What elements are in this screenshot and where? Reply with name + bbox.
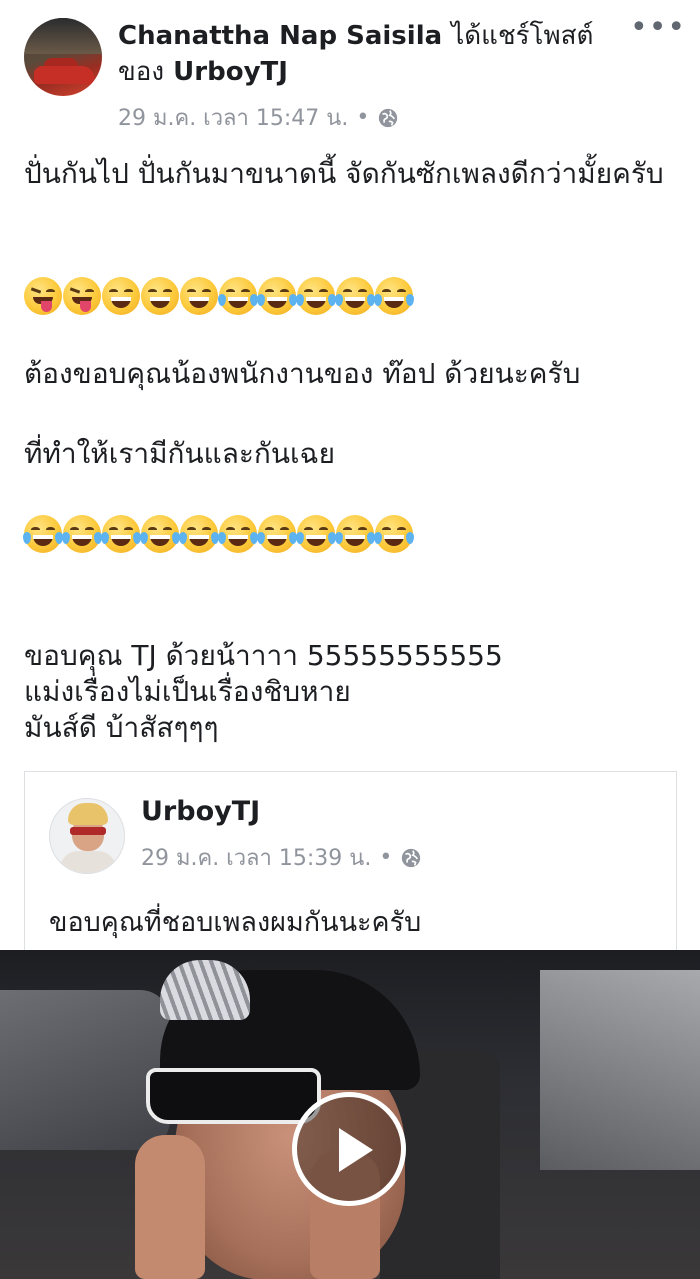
post-paragraph-3: ที่ทำให้เรามีกันและกันเฉย xyxy=(24,437,336,470)
joy-emoji-icon xyxy=(374,515,414,553)
joy-emoji-icon xyxy=(374,277,414,315)
author-avatar[interactable] xyxy=(24,18,102,96)
post-paragraph-4-line-2: แม่งเรื่องไม่เป็นเรื่องชิบหาย xyxy=(24,675,351,708)
post-author-line: Chanattha Nap Saisila ได้แชร์โพสต์ ของ U… xyxy=(118,18,628,90)
post-timestamp[interactable]: 29 ม.ค. เวลา 15:47 น. xyxy=(118,100,348,135)
globe-icon xyxy=(379,108,398,127)
emoji-row-2 xyxy=(23,515,414,553)
post-paragraph-2: ต้องขอบคุณน้องพนักงานของ ท๊อป ด้วยนะครับ xyxy=(24,357,581,390)
shared-meta-separator: • xyxy=(379,845,393,870)
joy-emoji-icon xyxy=(62,515,102,553)
stuck-out-tongue-winking-emoji-icon xyxy=(63,277,101,315)
shared-from-name[interactable]: UrboyTJ xyxy=(173,57,288,87)
stuck-out-tongue-winking-emoji-icon xyxy=(24,277,62,315)
joy-emoji-icon xyxy=(296,277,336,315)
joy-emoji-icon xyxy=(296,515,336,553)
joy-emoji-icon xyxy=(140,515,180,553)
video-player[interactable] xyxy=(0,950,700,1279)
of-word: ของ xyxy=(118,57,165,87)
joy-emoji-icon xyxy=(218,277,258,315)
shared-author-name[interactable]: UrboyTJ xyxy=(141,796,260,827)
shared-post-meta: 29 ม.ค. เวลา 15:39 น. • xyxy=(141,840,422,875)
post-paragraph-1: ปั่นกันไป ปั่นกันมาขนาดนี้ จัดกันซักเพลง… xyxy=(24,157,664,190)
grinning-emoji-icon xyxy=(180,277,218,315)
joy-emoji-icon xyxy=(179,515,219,553)
meta-separator: • xyxy=(356,105,370,130)
joy-emoji-icon xyxy=(23,515,63,553)
more-options-icon[interactable]: ••• xyxy=(630,13,685,46)
play-icon[interactable] xyxy=(292,1092,406,1206)
shared-post-card[interactable]: UrboyTJ 29 ม.ค. เวลา 15:39 น. • ขอบคุณที… xyxy=(24,771,677,961)
globe-icon xyxy=(402,848,421,867)
shared-verb: ได้แชร์โพสต์ xyxy=(451,21,594,51)
post-header: Chanattha Nap Saisila ได้แชร์โพสต์ ของ U… xyxy=(0,0,700,131)
grinning-emoji-icon xyxy=(102,277,140,315)
joy-emoji-icon xyxy=(101,515,141,553)
post-paragraph-4-line-1: ขอบคุณ TJ ด้วยน้าาาา 55555555555 xyxy=(24,639,503,672)
post-paragraph-4-line-3: มันส์ดี บ้าสัสๆๆๆ xyxy=(24,711,219,744)
author-name[interactable]: Chanattha Nap Saisila xyxy=(118,21,442,51)
shared-author-avatar[interactable] xyxy=(49,798,125,874)
grinning-emoji-icon xyxy=(141,277,179,315)
joy-emoji-icon xyxy=(335,515,375,553)
post-meta: 29 ม.ค. เวลา 15:47 น. • xyxy=(118,100,399,135)
joy-emoji-icon xyxy=(257,277,297,315)
emoji-row-1 xyxy=(24,277,414,315)
joy-emoji-icon xyxy=(335,277,375,315)
joy-emoji-icon xyxy=(257,515,297,553)
shared-post-timestamp[interactable]: 29 ม.ค. เวลา 15:39 น. xyxy=(141,840,371,875)
joy-emoji-icon xyxy=(218,515,258,553)
shared-post-text: ขอบคุณที่ชอบเพลงผมกันนะครับ xyxy=(49,907,422,938)
